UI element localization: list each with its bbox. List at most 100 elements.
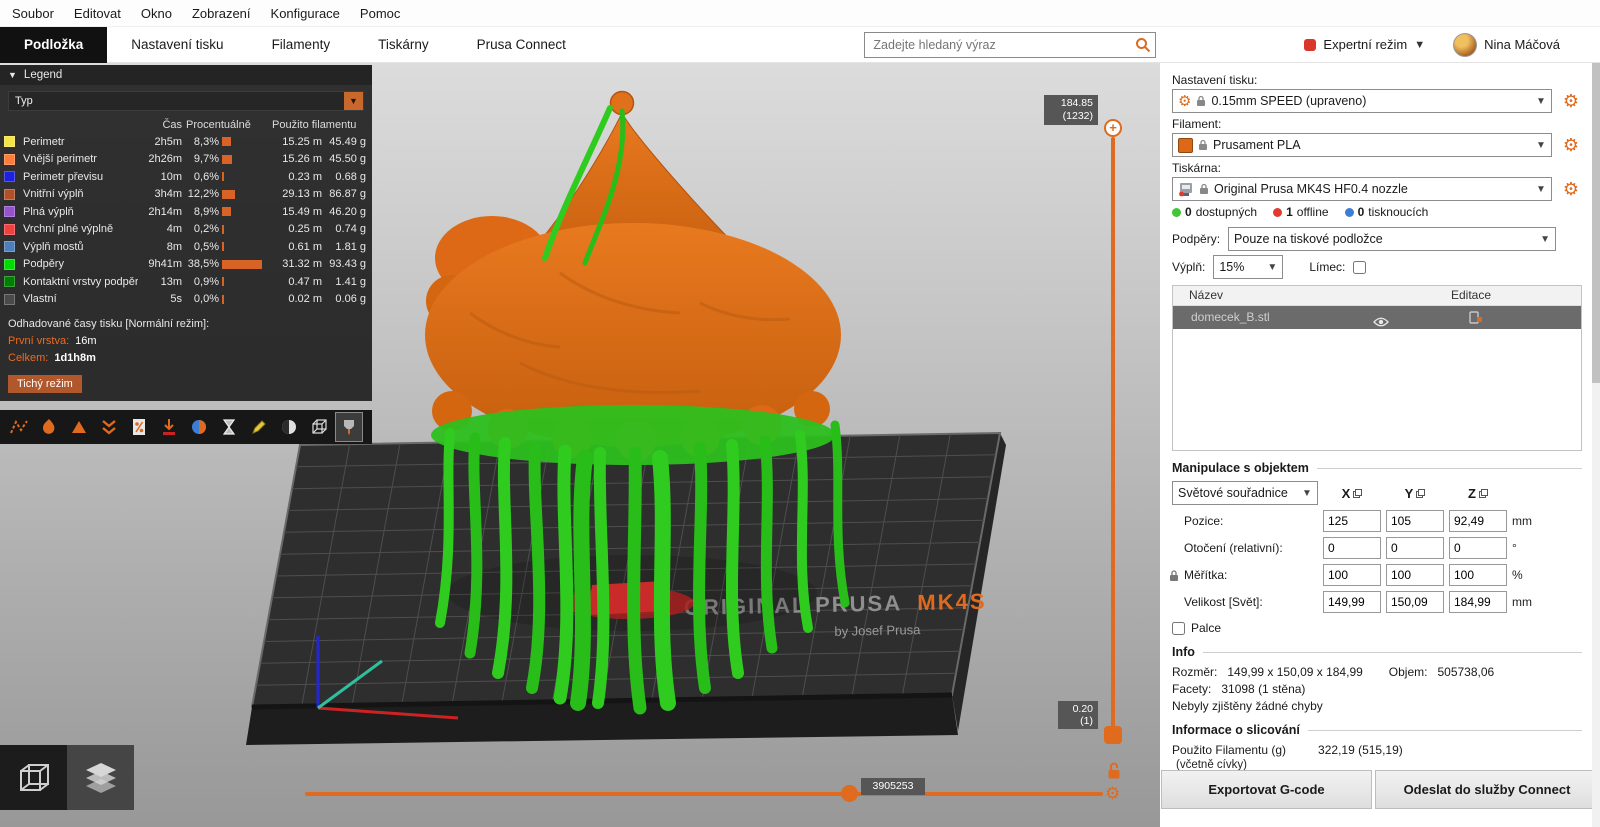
send-to-connect-button[interactable]: Odeslat do služby Connect — [1375, 770, 1599, 809]
rotation-z-input[interactable] — [1449, 537, 1507, 559]
size-label: Velikost [Svět]: — [1184, 595, 1263, 609]
view-type-value: Typ — [15, 95, 33, 107]
feature-label: Podpěry — [23, 258, 64, 271]
rotation-y-input[interactable] — [1386, 537, 1444, 559]
uniform-scale-lock-icon[interactable] — [1169, 569, 1179, 585]
position-z-input[interactable] — [1449, 510, 1507, 532]
tab-filamenty[interactable]: Filamenty — [248, 27, 355, 63]
move-slider-track[interactable] — [305, 792, 1103, 796]
infill-combobox[interactable]: 15% ▼ — [1213, 255, 1284, 279]
mirror-icon[interactable] — [1353, 488, 1363, 498]
feature-color-swatch — [4, 188, 15, 200]
axis-x-header: X — [1323, 486, 1381, 501]
mirror-icon[interactable] — [1416, 488, 1426, 498]
search-box — [864, 31, 1157, 58]
legend-row[interactable]: Plná výplň 2h14m 8,9% 15.49 m 46.20 g — [0, 203, 372, 221]
coordinates-combobox[interactable]: Světové souřadnice ▼ — [1172, 481, 1318, 505]
sidebar-scrollbar[interactable] — [1592, 63, 1600, 827]
move-slider-handle[interactable] — [841, 785, 858, 802]
print-settings-icon: ⚙ — [1178, 92, 1192, 110]
retractions-icon[interactable] — [66, 413, 92, 441]
scrollbar-thumb[interactable] — [1592, 63, 1600, 383]
object-list-row[interactable]: domecek_B.stl — [1173, 306, 1581, 329]
feature-color-swatch — [4, 223, 15, 235]
seams-icon[interactable] — [126, 413, 152, 441]
search-input[interactable] — [864, 31, 1157, 58]
travels-icon[interactable] — [6, 413, 32, 441]
slider-settings-gear-icon[interactable]: ⚙ — [1105, 784, 1120, 804]
feature-length: 31.32 m — [282, 258, 322, 271]
pause-prints-icon[interactable] — [216, 413, 242, 441]
legend-row[interactable]: Vnější perimetr 2h26m 9,7% 15.26 m 45.50… — [0, 151, 372, 169]
tool-marker-icon[interactable] — [335, 412, 363, 442]
stealth-mode-button[interactable]: Tichý režim — [8, 375, 82, 393]
tab-tiskarny[interactable]: Tiskárny — [354, 27, 453, 63]
edit-object-icon[interactable] — [1469, 310, 1483, 333]
position-x-input[interactable] — [1323, 510, 1381, 532]
tab-nastaveni-tisku[interactable]: Nastavení tisku — [107, 27, 247, 63]
tab-podlozka[interactable]: Podložka — [0, 26, 108, 63]
infill-value: 15% — [1219, 260, 1245, 274]
size-y-input[interactable] — [1386, 591, 1444, 613]
preview-view-thumbnail[interactable] — [67, 745, 134, 810]
menu-pomoc[interactable]: Pomoc — [350, 0, 410, 27]
legend-row[interactable]: Vlastní 5s 0,0% 0.02 m 0.06 g — [0, 291, 372, 309]
shells-icon[interactable] — [276, 413, 302, 441]
size-x-input[interactable] — [1323, 591, 1381, 613]
supports-combobox[interactable]: Pouze na tiskové podložce ▼ — [1228, 227, 1557, 251]
editor-view-thumbnail[interactable] — [0, 745, 67, 810]
legend-row[interactable]: Vnitřní výplň 3h4m 12,2% 29.13 m 86.87 g — [0, 186, 372, 204]
scale-z-input[interactable] — [1449, 564, 1507, 586]
export-gcode-button[interactable]: Exportovat G-code — [1161, 770, 1372, 809]
manipulation-section-header: Manipulace s objektem — [1172, 461, 1582, 475]
legend-panel: ▼ Legend Typ ▼ Čas Procentuálně Použito … — [0, 65, 372, 401]
col-time: Čas — [162, 119, 182, 131]
printer-combobox[interactable]: Original Prusa MK4S HF0.4 nozzle ▼ — [1172, 177, 1552, 201]
legend-row[interactable]: Podpěry 9h41m 38,5% 31.32 m 93.43 g — [0, 256, 372, 274]
user-account[interactable]: Nina Máčová — [1453, 32, 1560, 57]
menu-soubor[interactable]: Soubor — [2, 0, 64, 27]
color-changes-icon[interactable] — [186, 413, 212, 441]
menu-okno[interactable]: Okno — [131, 0, 182, 27]
legend-row[interactable]: Kontaktní vrstvy podpěr 13m 0,9% 0.47 m … — [0, 273, 372, 291]
mode-selector[interactable]: Expertní režim ▼ — [1304, 37, 1425, 52]
view-options-toolbar — [0, 410, 372, 444]
scale-x-input[interactable] — [1323, 564, 1381, 586]
inches-checkbox[interactable] — [1172, 621, 1185, 635]
feature-percent-bar — [222, 207, 270, 217]
tab-prusa-connect[interactable]: Prusa Connect — [453, 27, 590, 63]
brim-checkbox[interactable] — [1353, 260, 1367, 274]
size-z-input[interactable] — [1449, 591, 1507, 613]
print-settings-combobox[interactable]: ⚙ 0.15mm SPEED (upraveno) ▼ — [1172, 89, 1552, 113]
legend-row[interactable]: Výplň mostů 8m 0,5% 0.61 m 1.81 g — [0, 238, 372, 256]
position-y-input[interactable] — [1386, 510, 1444, 532]
rotation-x-input[interactable] — [1323, 537, 1381, 559]
view-type-combobox[interactable]: Typ ▼ — [8, 91, 364, 111]
legend-row[interactable]: Perimetr 2h5m 8,3% 15.25 m 45.49 g — [0, 133, 372, 151]
legend-row[interactable]: Vrchní plné výplně 4m 0,2% 0.25 m 0.74 g — [0, 221, 372, 239]
layer-slider-upper-handle[interactable]: + — [1104, 119, 1122, 137]
search-icon[interactable] — [1135, 37, 1151, 58]
feature-length: 0.23 m — [288, 170, 322, 183]
tool-changes-icon[interactable] — [156, 413, 182, 441]
eye-icon[interactable] — [1373, 312, 1389, 335]
legend-header[interactable]: ▼ Legend — [0, 65, 372, 85]
menu-editovat[interactable]: Editovat — [64, 0, 131, 27]
tab-bar: Podložka Nastavení tisku Filamenty Tiská… — [0, 26, 1600, 63]
layer-slider-lower-handle[interactable] — [1104, 726, 1122, 744]
custom-gcode-icon[interactable] — [246, 413, 272, 441]
menu-konfigurace[interactable]: Konfigurace — [261, 0, 350, 27]
filament-combobox[interactable]: Prusament PLA ▼ — [1172, 133, 1552, 157]
mirror-icon[interactable] — [1478, 488, 1488, 498]
slider-lock-icon[interactable] — [1106, 761, 1122, 785]
box-skirt-icon[interactable] — [306, 413, 332, 441]
legend-row[interactable]: Perimetr převisu 10m 0,6% 0.23 m 0.68 g — [0, 168, 372, 186]
scale-y-input[interactable] — [1386, 564, 1444, 586]
menu-zobrazeni[interactable]: Zobrazení — [182, 0, 261, 27]
print-settings-gear-button[interactable]: ⚙ — [1560, 90, 1582, 112]
filament-gear-button[interactable]: ⚙ — [1560, 134, 1582, 156]
layer-slider-track[interactable] — [1111, 137, 1115, 729]
printer-gear-button[interactable]: ⚙ — [1560, 178, 1582, 200]
wipes-icon[interactable] — [36, 413, 62, 441]
deretractions-icon[interactable] — [96, 413, 122, 441]
